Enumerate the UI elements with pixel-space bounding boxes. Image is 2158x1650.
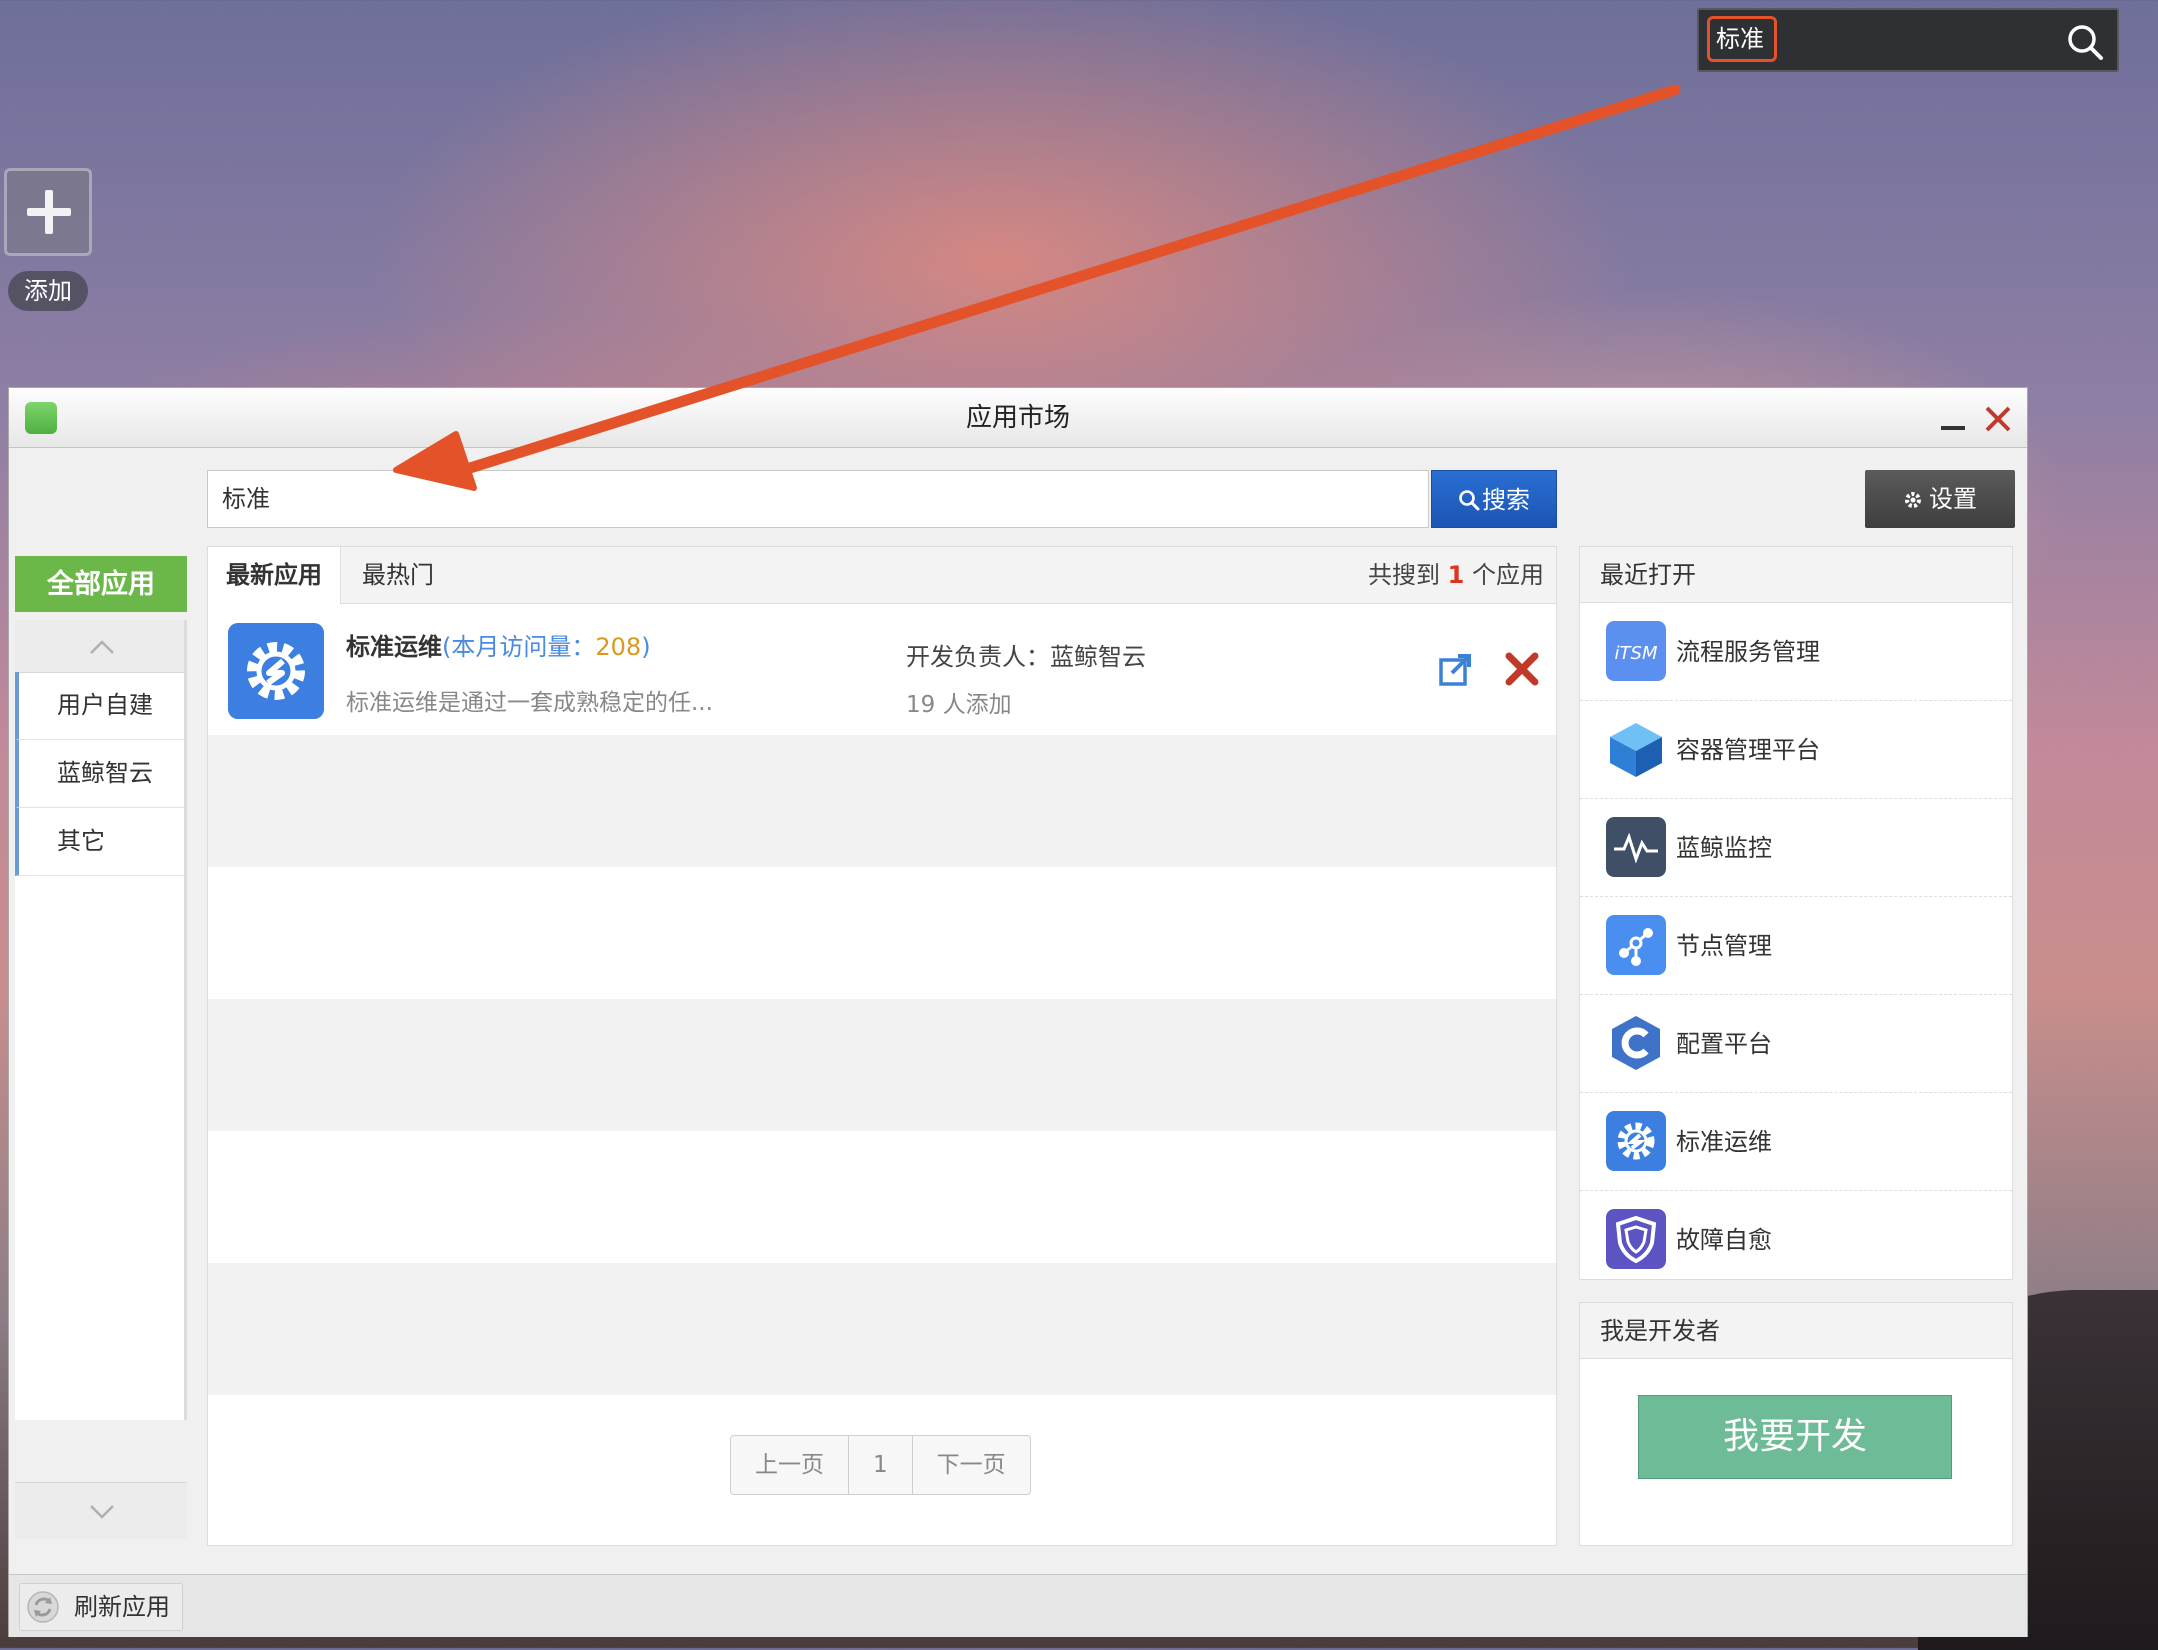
list-tabs: 最新应用 最热门 共搜到 1 个应用 [208,547,1556,604]
app-description: 标准运维是通过一套成熟稳定的任... [346,690,713,716]
result-count-prefix: 共搜到 [1368,561,1441,589]
empty-row [208,735,1556,867]
app-market-window: 应用市场 标准 搜索 设置 全部应用 用户自建 蓝鲸智云 其它 最新应用 最热门… [8,387,2028,1637]
gear-icon [1905,492,1921,508]
app-title[interactable]: 标准运维(本月访问量：208) [346,627,651,662]
result-count: 共搜到 1 个应用 [1368,547,1544,603]
chevron-up-icon [90,640,114,654]
result-count-suffix: 个应用 [1472,561,1544,589]
all-apps-button[interactable]: 全部应用 [15,556,187,612]
recent-item[interactable]: 蓝鲸监控 [1580,799,2012,897]
monitor-pulse-icon [1606,817,1666,877]
tab-newest[interactable]: 最新应用 [208,547,341,604]
recent-item-label: 容器管理平台 [1676,736,1820,764]
category-list: 用户自建 蓝鲸智云 其它 [15,620,187,1420]
svg-text:iTSM: iTSM [1615,643,1658,664]
visits-value: 208 [595,633,642,661]
itsm-icon: iTSM [1606,621,1666,681]
settings-button[interactable]: 设置 [1865,470,2015,528]
app-search-input[interactable]: 标准 [207,470,1429,528]
shield-icon [1606,1209,1666,1269]
app-add-count: 19 人添加 [906,692,1012,718]
recent-item-label: 标准运维 [1676,1128,1772,1156]
recent-item[interactable]: 标准运维 [1580,1093,2012,1191]
minimize-button[interactable] [1941,426,1965,430]
window-title: 应用市场 [965,403,1070,433]
app-list-panel: 最新应用 最热门 共搜到 1 个应用 标准运维(本月访问量：208) 标准运维是… [207,546,1557,1546]
node-graph-icon [1606,915,1666,975]
app-row[interactable]: 标准运维(本月访问量：208) 标准运维是通过一套成熟稳定的任... 开发负责人… [208,603,1556,735]
add-app-tile[interactable] [4,168,92,256]
search-button[interactable]: 搜索 [1431,470,1557,528]
prev-page-button[interactable]: 上一页 [731,1436,849,1494]
visits-label: (本月访问量： [442,633,596,661]
recent-item-label: 配置平台 [1676,1030,1772,1058]
container-cube-icon [1610,723,1662,777]
desktop-search-input[interactable]: 标准 [1707,16,1777,62]
empty-row [208,1263,1556,1395]
recent-item[interactable]: 容器管理平台 [1580,701,2012,799]
empty-row [208,867,1556,999]
status-bar: 刷新应用 [9,1574,2027,1637]
scroll-up-button[interactable] [15,620,184,673]
gear-s-icon [1606,1111,1666,1171]
recent-item-label: 节点管理 [1676,932,1772,960]
search-icon[interactable] [2065,22,2105,62]
open-external-icon[interactable] [1438,653,1472,687]
chevron-down-icon [90,1505,114,1519]
window-titlebar: 应用市场 [9,388,2027,448]
sidebar-item-other[interactable]: 其它 [15,808,184,876]
next-page-button[interactable]: 下一页 [913,1436,1030,1494]
page-number-button[interactable]: 1 [849,1436,913,1494]
scroll-down-button[interactable] [15,1482,187,1539]
sidebar-item-bluking[interactable]: 蓝鲸智云 [15,740,184,808]
recent-item-label: 蓝鲸监控 [1676,834,1772,862]
pagination: 上一页 1 下一页 [730,1435,1031,1495]
recent-item-label: 故障自愈 [1676,1226,1772,1254]
desktop-search-bar[interactable]: 标准 [1697,8,2119,72]
developer-panel-title: 我是开发者 [1580,1303,2012,1359]
tab-hottest[interactable]: 最热门 [344,547,452,603]
recent-item[interactable]: 配置平台 [1580,995,2012,1093]
sidebar-item-user-built[interactable]: 用户自建 [15,672,184,740]
empty-row [208,1131,1556,1263]
recent-item[interactable]: iTSM 流程服务管理 [1580,603,2012,701]
recent-apps-title: 最近打开 [1580,547,2012,603]
gear-s-icon[interactable] [228,623,324,719]
search-icon [1459,490,1480,511]
refresh-apps-label: 刷新应用 [74,1593,170,1621]
empty-row [208,999,1556,1131]
refresh-icon [27,1591,59,1623]
start-developing-button[interactable]: 我要开发 [1638,1395,1952,1479]
recent-apps-panel: 最近打开 iTSM 流程服务管理 容器管理平台 蓝鲸监控 节点管理 配置平台 标… [1579,546,2013,1280]
recent-item[interactable]: 节点管理 [1580,897,2012,995]
settings-button-label: 设置 [1929,485,1977,513]
refresh-apps-button[interactable]: 刷新应用 [19,1583,183,1631]
search-button-label: 搜索 [1482,486,1530,514]
category-sidebar: 全部应用 用户自建 蓝鲸智云 其它 [15,556,195,1566]
visits-close: ) [641,633,651,661]
developer-panel: 我是开发者 我要开发 [1579,1302,2013,1546]
remove-icon[interactable] [1504,651,1540,687]
add-tile-label[interactable]: 添加 [8,271,88,311]
app-developer: 开发负责人：蓝鲸智云 [906,643,1146,671]
close-icon[interactable] [1983,404,2013,434]
recent-item[interactable]: 故障自愈 [1580,1191,2012,1289]
recent-item-label: 流程服务管理 [1676,638,1820,666]
app-name: 标准运维 [346,633,442,661]
result-count-value: 1 [1447,561,1465,589]
config-c-icon [1612,1016,1660,1070]
